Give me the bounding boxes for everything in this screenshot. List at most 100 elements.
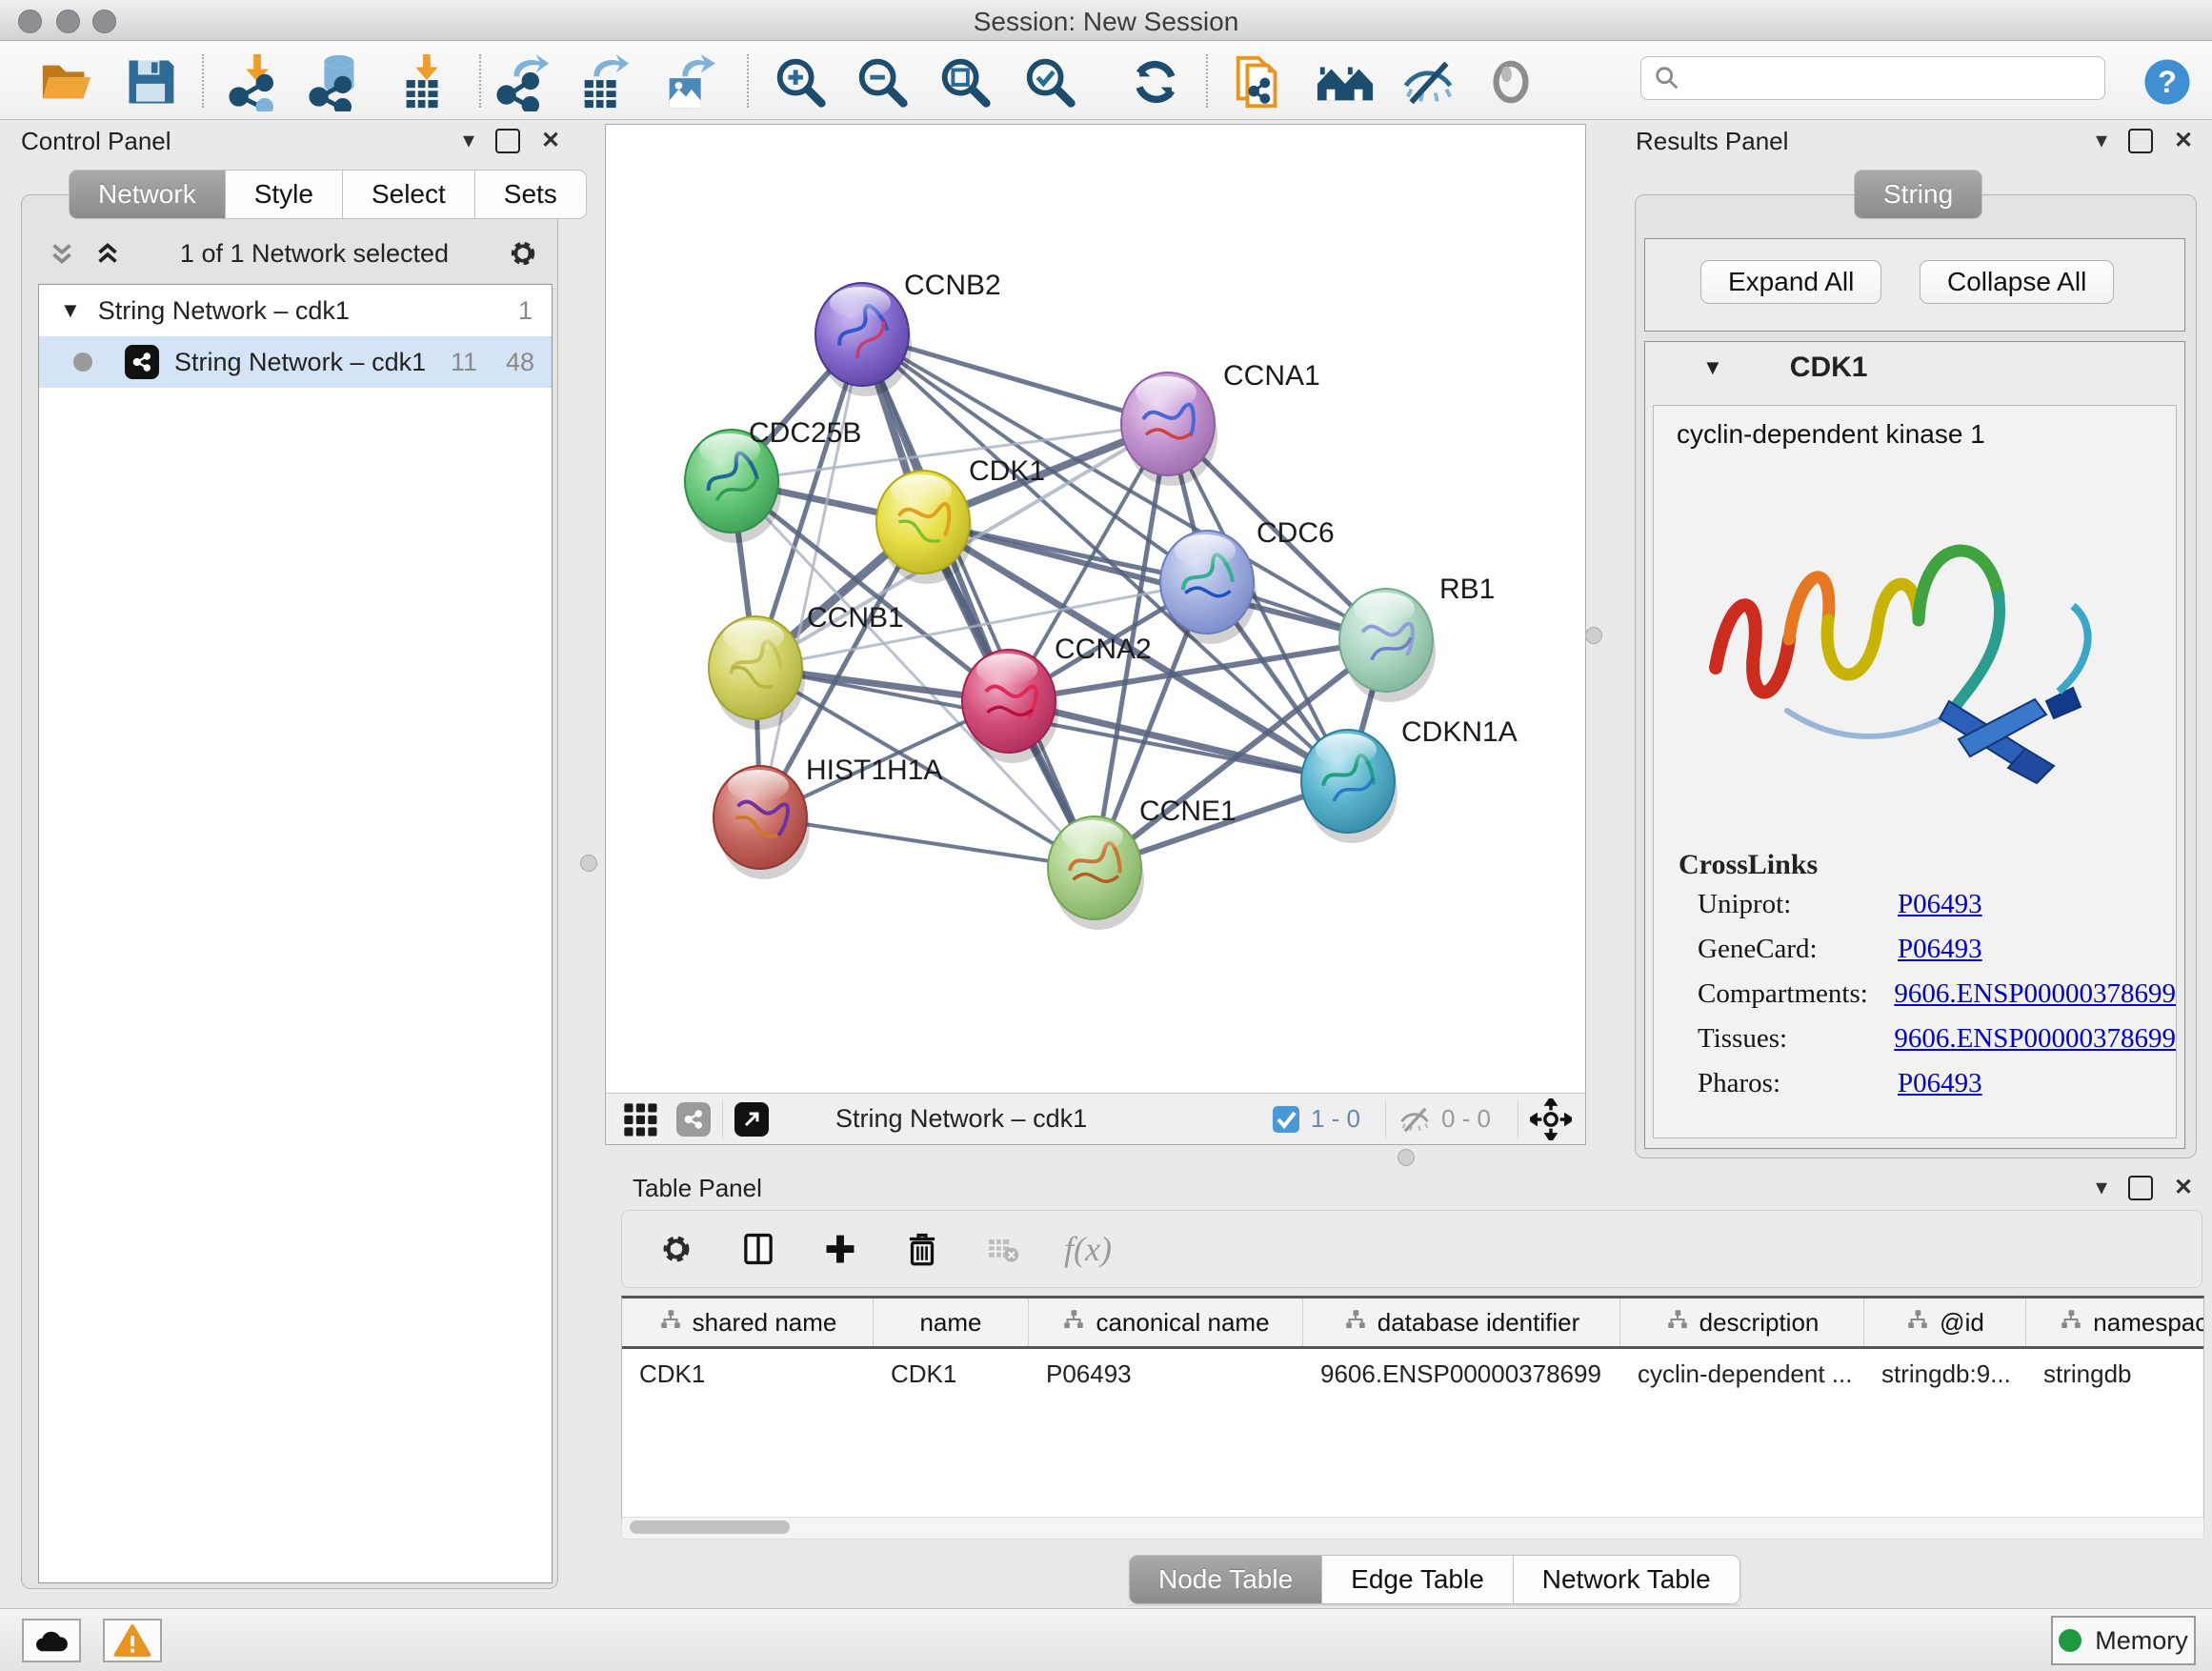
gene-expander-icon[interactable]: ▼ — [1702, 355, 1723, 380]
network-view-panel[interactable]: CCNB2CCNA1CDC25BCDK1CDC6RB1CCNB1CCNA2CDK… — [605, 124, 1586, 1145]
results-panel-close-icon[interactable]: ✕ — [2174, 127, 2193, 154]
network-node-ccnb1[interactable] — [709, 616, 805, 730]
zoom-in-button[interactable] — [770, 51, 831, 112]
refresh-layout-button[interactable] — [1125, 51, 1186, 112]
string-document-button[interactable] — [1230, 51, 1291, 112]
birdseye-navigator-icon[interactable] — [1530, 1098, 1572, 1140]
export-table-button[interactable] — [574, 51, 635, 112]
table-cell[interactable]: CDK1 — [622, 1349, 874, 1399]
search-input[interactable] — [1681, 63, 2085, 94]
table-cell[interactable]: P06493 — [1029, 1349, 1303, 1399]
crosslink-value-link[interactable]: 9606.ENSP00000378699 — [1894, 978, 2176, 1010]
column-header-databaseidentifier[interactable]: database identifier — [1303, 1299, 1620, 1346]
column-header-canonicalname[interactable]: canonical name — [1029, 1299, 1303, 1346]
network-node-cdkn1a[interactable] — [1301, 730, 1398, 843]
table-cell[interactable]: 9606.ENSP00000378699 — [1303, 1349, 1620, 1399]
column-header-namespace[interactable]: namespace — [2026, 1299, 2204, 1346]
network-node-hist1h1a[interactable] — [714, 766, 810, 879]
network-canvas[interactable]: CCNB2CCNA1CDC25BCDK1CDC6RB1CCNB1CCNA2CDK… — [606, 125, 1585, 1094]
memory-button[interactable]: Memory — [2051, 1616, 2196, 1665]
show-columns-icon[interactable] — [738, 1229, 778, 1269]
table-cell[interactable]: CDK1 — [874, 1349, 1029, 1399]
delete-column-trash-icon[interactable] — [902, 1229, 942, 1269]
collapse-all-button[interactable]: Collapse All — [1920, 260, 2114, 304]
network-node-ccna2[interactable] — [962, 650, 1058, 763]
network-edge[interactable] — [760, 817, 1095, 868]
right-splitter-handle[interactable] — [1585, 627, 1602, 644]
delete-table-icon[interactable] — [984, 1230, 1022, 1268]
cloud-button[interactable] — [22, 1619, 81, 1662]
warnings-button[interactable] — [103, 1619, 162, 1662]
export-network-button[interactable] — [494, 51, 555, 112]
table-panel-collapse-icon[interactable]: ▾ — [2096, 1174, 2107, 1201]
zoom-selected-button[interactable] — [1019, 51, 1080, 112]
zoom-fit-button[interactable] — [935, 51, 995, 112]
selected-checkbox-icon[interactable] — [1271, 1104, 1301, 1135]
import-network-file-button[interactable] — [227, 51, 288, 112]
results-panel-collapse-icon[interactable]: ▾ — [2096, 127, 2107, 154]
network-options-gear-icon[interactable] — [505, 235, 541, 272]
crosslink-value-link[interactable]: P06493 — [1898, 889, 1982, 920]
table-options-gear-icon[interactable] — [656, 1229, 696, 1269]
tab-network-table[interactable]: Network Table — [1514, 1555, 1740, 1604]
home-button[interactable] — [1315, 51, 1376, 112]
table-cell[interactable]: stringdb — [2026, 1349, 2204, 1399]
expand-all-icon[interactable] — [91, 237, 124, 270]
create-column-plus-icon[interactable] — [820, 1229, 860, 1269]
hide-button[interactable] — [1398, 51, 1458, 112]
network-node-ccna1[interactable] — [1121, 372, 1217, 486]
help-button[interactable]: ? — [2137, 51, 2198, 112]
table-cell[interactable]: stringdb:9... — [1864, 1349, 2026, 1399]
import-network-database-button[interactable] — [307, 51, 368, 112]
gene-section-header[interactable]: ▼ CDK1 — [1645, 342, 2184, 393]
grid-view-icon[interactable] — [621, 1100, 659, 1138]
column-header-description[interactable]: description — [1620, 1299, 1864, 1346]
save-session-button[interactable] — [120, 51, 181, 112]
node-table[interactable]: shared namenamecanonical namedatabase id… — [621, 1296, 2204, 1519]
tab-style[interactable]: Style — [226, 170, 343, 219]
table-panel-float-icon[interactable] — [2128, 1176, 2153, 1200]
control-panel-close-icon[interactable]: ✕ — [541, 127, 560, 154]
crosslink-value-link[interactable]: P06493 — [1898, 1068, 1982, 1099]
collapse-all-icon[interactable] — [46, 237, 78, 270]
network-badge-icon[interactable] — [676, 1102, 711, 1137]
hidden-eye-icon[interactable] — [1398, 1102, 1432, 1137]
results-panel-float-icon[interactable] — [2128, 129, 2153, 153]
function-builder-fx[interactable]: f(x) — [1064, 1229, 1112, 1269]
scrollbar-thumb[interactable] — [630, 1520, 790, 1534]
network-node-ccnb2[interactable] — [815, 283, 912, 396]
network-node-ccne1[interactable] — [1048, 816, 1144, 930]
tab-string[interactable]: String — [1854, 170, 1982, 219]
network-edge[interactable] — [862, 334, 1095, 868]
table-horizontal-scrollbar[interactable] — [621, 1517, 2204, 1540]
network-node-rb1[interactable] — [1339, 589, 1436, 702]
network-node-cdc6[interactable] — [1160, 531, 1257, 644]
network-node-cdk1[interactable] — [876, 471, 973, 584]
column-header-id[interactable]: @id — [1864, 1299, 2026, 1346]
network-edge[interactable] — [760, 334, 862, 817]
tab-sets[interactable]: Sets — [475, 170, 587, 219]
zoom-out-button[interactable] — [852, 51, 913, 112]
bottom-splitter-handle[interactable] — [1398, 1149, 1415, 1166]
crosslink-value-link[interactable]: P06493 — [1898, 934, 1982, 965]
control-panel-float-icon[interactable] — [495, 129, 520, 153]
network-row[interactable]: String Network – cdk1 11 48 — [39, 336, 552, 388]
open-in-window-icon[interactable] — [734, 1102, 769, 1137]
table-cell[interactable]: cyclin-dependent ... — [1620, 1349, 1864, 1399]
table-panel-close-icon[interactable]: ✕ — [2174, 1174, 2193, 1201]
tab-network[interactable]: Network — [69, 170, 226, 219]
network-collection-row[interactable]: ▼ String Network – cdk1 1 — [39, 285, 552, 336]
search-box[interactable] — [1640, 56, 2105, 100]
export-image-button[interactable] — [659, 51, 720, 112]
column-header-name[interactable]: name — [874, 1299, 1029, 1346]
crosslink-value-link[interactable]: 9606.ENSP00000378699 — [1894, 1023, 2176, 1055]
tab-select[interactable]: Select — [343, 170, 475, 219]
column-header-sharedname[interactable]: shared name — [622, 1299, 874, 1346]
tab-edge-table[interactable]: Edge Table — [1322, 1555, 1514, 1604]
preview-button[interactable] — [1480, 51, 1541, 112]
tree-expander-icon[interactable]: ▼ — [60, 298, 81, 323]
table-row[interactable]: CDK1CDK1P064939606.ENSP00000378699cyclin… — [622, 1349, 2203, 1399]
open-file-button[interactable] — [36, 51, 97, 112]
left-splitter-handle[interactable] — [580, 855, 597, 872]
import-table-button[interactable] — [394, 51, 455, 112]
